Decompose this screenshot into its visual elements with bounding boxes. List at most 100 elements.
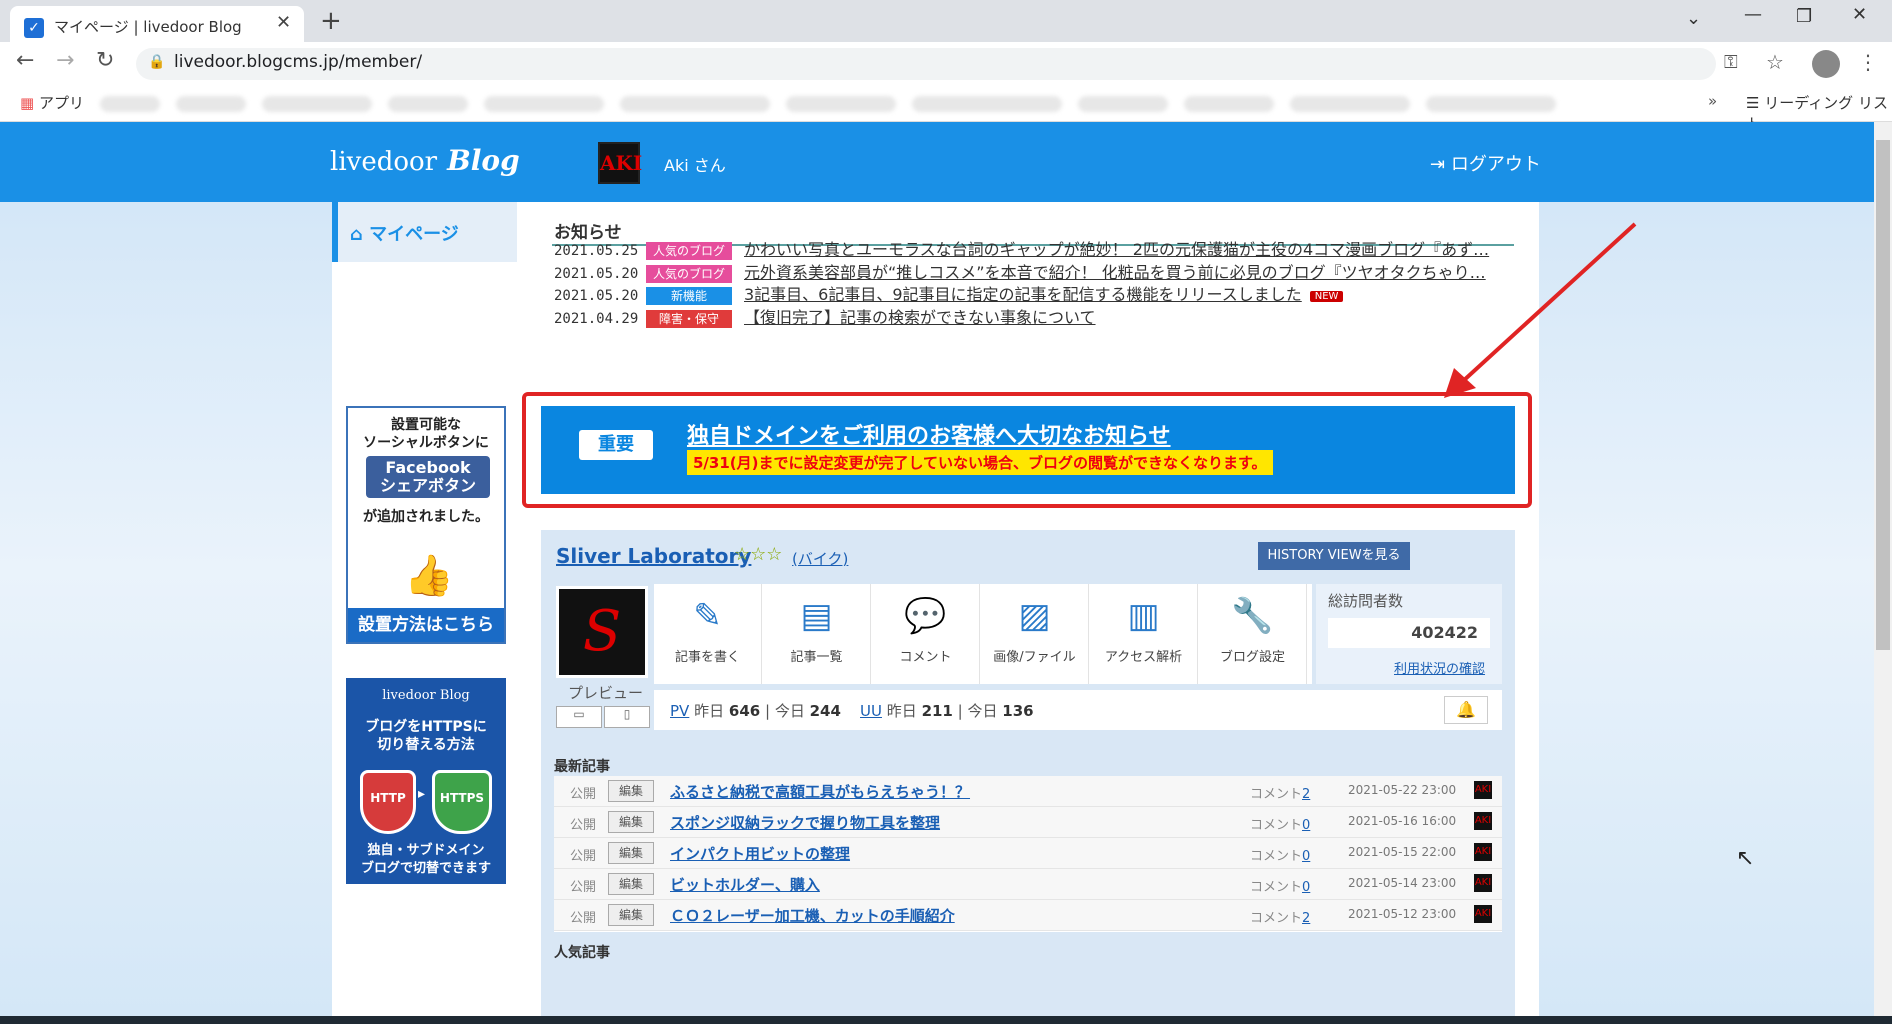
- edit-button[interactable]: 編集: [608, 842, 654, 864]
- tab-search-icon[interactable]: ⌄: [1686, 8, 1701, 29]
- news-link[interactable]: 【復旧完了】記事の検索ができない事象について: [744, 308, 1096, 327]
- bookmark-item[interactable]: [262, 96, 372, 112]
- post-row: 公開 編集 ふるさと納税で高額工具がもらえちゃう！？ コメント2 2021-05-22 …: [554, 776, 1502, 807]
- user-avatar[interactable]: AKI: [598, 142, 642, 184]
- news-link[interactable]: 元外資系美容部員が“推しコスメ”を本音で紹介！ 化粧品を買う前に必見のブログ『ツ…: [744, 263, 1486, 282]
- bookmark-item[interactable]: [912, 96, 1062, 112]
- preview-label: プレビュー: [568, 684, 644, 702]
- tool-label: ブログ設定: [1219, 650, 1285, 665]
- fb-banner-cta[interactable]: 設置方法はこちら: [348, 608, 504, 642]
- url-text[interactable]: livedoor.blogcms.jp/member/: [174, 52, 422, 72]
- restore-icon[interactable]: ❐: [1796, 6, 1812, 27]
- tool-list[interactable]: ▤ 記事一覧: [763, 584, 871, 684]
- logo-script: Blog: [447, 144, 520, 177]
- preview-desktop-icon[interactable]: ▭: [556, 706, 602, 728]
- post-row: 公開 編集 スポンジ収納ラックで握り物工具を整理 コメント0 2021-05-16 16…: [554, 807, 1502, 838]
- apps-shortcut[interactable]: ▦ アプリ: [20, 92, 84, 113]
- edit-button[interactable]: 編集: [608, 904, 654, 926]
- tool-chart[interactable]: ▥ アクセス解析: [1090, 584, 1198, 684]
- more-bookmarks-icon[interactable]: »: [1708, 92, 1717, 110]
- important-notice-banner[interactable]: 重要 独自ドメインをご利用のお客様へ大切なお知らせ 5/31(月)までに設定変更…: [541, 406, 1515, 494]
- fb-banner-added: が追加されました。: [363, 509, 489, 525]
- history-view-button[interactable]: HISTORY VIEWを見る: [1258, 542, 1410, 570]
- preview-mobile-icon[interactable]: ▯: [604, 706, 650, 728]
- bookmark-item[interactable]: [388, 96, 468, 112]
- bookmark-item[interactable]: [176, 96, 246, 112]
- username: Aki さん: [664, 156, 726, 175]
- post-title-link[interactable]: ＣＯ２レーザー加工機、カットの手順紹介: [670, 905, 955, 926]
- bookmark-item[interactable]: [786, 96, 896, 112]
- close-window-icon[interactable]: ✕: [1852, 4, 1867, 25]
- logout-link[interactable]: ⇥ ログアウト: [1430, 150, 1541, 176]
- edit-button[interactable]: 編集: [608, 873, 654, 895]
- news-item: 2021.05.25 人気のブログ かわいい写真とユーモラスな台詞のギャップが絶妙！…: [554, 236, 1489, 260]
- livedoor-blog-logo[interactable]: livedoor Blog: [330, 144, 520, 177]
- post-title-link[interactable]: ふるさと納税で高額工具がもらえちゃう！？: [670, 781, 970, 802]
- post-row: 公開 編集 インパクト用ビットの整理 コメント0 2021-05-15 22:00 AKI: [554, 838, 1502, 869]
- fb-share-button-image: Facebook シェアボタン: [366, 456, 490, 498]
- new-tab-icon[interactable]: +: [320, 6, 342, 36]
- browser-tab[interactable]: ✓ マイページ | livedoor Blog ✕: [10, 6, 304, 42]
- news-tag: 障害・保守: [646, 309, 732, 328]
- comment-count-link[interactable]: 0: [1302, 849, 1310, 864]
- edit-button[interactable]: 編集: [608, 811, 654, 833]
- edit-button[interactable]: 編集: [608, 780, 654, 802]
- scrollbar-thumb[interactable]: [1876, 140, 1890, 650]
- bookmark-item[interactable]: [1426, 96, 1556, 112]
- notice-title[interactable]: 独自ドメインをご利用のお客様へ大切なお知らせ: [687, 418, 1171, 450]
- comment-count-link[interactable]: 0: [1302, 880, 1310, 895]
- post-date: 2021-05-15 22:00: [1348, 845, 1457, 859]
- usage-link[interactable]: 利用状況の確認: [1394, 658, 1485, 677]
- bookmark-star-icon[interactable]: ☆: [1766, 50, 1784, 74]
- chart-icon: ▥: [1127, 596, 1160, 636]
- post-title-link[interactable]: スポンジ収納ラックで握り物工具を整理: [670, 812, 940, 833]
- comment-count-link[interactable]: 2: [1302, 787, 1310, 802]
- visitor-panel: 総訪問者数 402422 利用状況の確認: [1316, 584, 1502, 684]
- bookmark-item[interactable]: [100, 96, 160, 112]
- comment-label: コメント: [1250, 849, 1303, 864]
- https-banner[interactable]: livedoor Blog ブログをHTTPSに 切り替える方法 HTTP ▸ …: [346, 678, 506, 884]
- post-comments: コメント0: [1250, 876, 1310, 895]
- forward-icon[interactable]: →: [56, 48, 74, 73]
- home-icon: ⌂: [350, 224, 363, 245]
- new-badge: NEW: [1309, 290, 1344, 302]
- menu-icon[interactable]: ⋮: [1858, 50, 1878, 74]
- bookmark-item[interactable]: [484, 96, 604, 112]
- news-item: 2021.05.20 新機能 3記事目、6記事目、9記事目に指定の記事を配信する機能…: [554, 281, 1344, 305]
- post-title-link[interactable]: ビットホルダー、購入: [670, 874, 820, 895]
- tab-close-icon[interactable]: ✕: [276, 12, 291, 33]
- sidebar-item-mypage-label[interactable]: ⌂ マイページ: [350, 220, 459, 246]
- uu-today-label: 今日: [967, 702, 998, 720]
- news-link[interactable]: かわいい写真とユーモラスな台詞のギャップが絶妙！ 2匹の元保護猫が主役の4コマ漫…: [744, 240, 1489, 259]
- tool-comment[interactable]: 💬 コメント: [872, 584, 980, 684]
- comment-count-link[interactable]: 2: [1302, 911, 1310, 926]
- blog-thumbnail[interactable]: S: [556, 586, 648, 678]
- minimize-icon[interactable]: —: [1744, 4, 1762, 25]
- post-title-link[interactable]: インパクト用ビットの整理: [670, 843, 850, 864]
- tool-wrench[interactable]: 🔧 ブログ設定: [1199, 584, 1307, 684]
- blog-category-link[interactable]: (バイク): [792, 548, 848, 569]
- back-icon[interactable]: ←: [16, 48, 34, 73]
- lock-icon[interactable]: 🔒: [148, 54, 165, 70]
- bookmark-item[interactable]: [1184, 96, 1274, 112]
- tool-image[interactable]: ▨ 画像/ファイル: [981, 584, 1089, 684]
- latest-posts-list: 公開 編集 ふるさと納税で高額工具がもらえちゃう！？ コメント2 2021-05-22 …: [554, 776, 1502, 932]
- news-link[interactable]: 3記事目、6記事目、9記事目に指定の記事を配信する機能をリリースしました: [744, 285, 1302, 304]
- bookmark-item[interactable]: [1290, 96, 1410, 112]
- bookmark-item[interactable]: [620, 96, 770, 112]
- pv-link[interactable]: PV: [670, 702, 689, 720]
- comment-count-link[interactable]: 0: [1302, 818, 1310, 833]
- https-shield-icon: HTTPS: [432, 770, 492, 834]
- key-icon[interactable]: ⚿: [1724, 52, 1738, 73]
- bell-icon[interactable]: 🔔: [1444, 696, 1488, 724]
- bookmark-item[interactable]: [1078, 96, 1168, 112]
- red-arrow-annotation: [1444, 222, 1637, 398]
- pv-yesterday: 646: [728, 702, 761, 720]
- profile-avatar[interactable]: [1812, 50, 1840, 78]
- uu-link[interactable]: UU: [860, 702, 882, 720]
- blog-title-link[interactable]: Sliver Laboratory: [556, 544, 751, 568]
- news-item: 2021.04.29 障害・保守 【復旧完了】記事の検索ができない事象について: [554, 304, 1096, 328]
- tool-pen[interactable]: ✎ 記事を書く: [654, 584, 762, 684]
- facebook-share-banner[interactable]: 設置可能な ソーシャルボタンに Facebook シェアボタン が追加されました…: [346, 406, 506, 644]
- reload-icon[interactable]: ↻: [96, 48, 114, 73]
